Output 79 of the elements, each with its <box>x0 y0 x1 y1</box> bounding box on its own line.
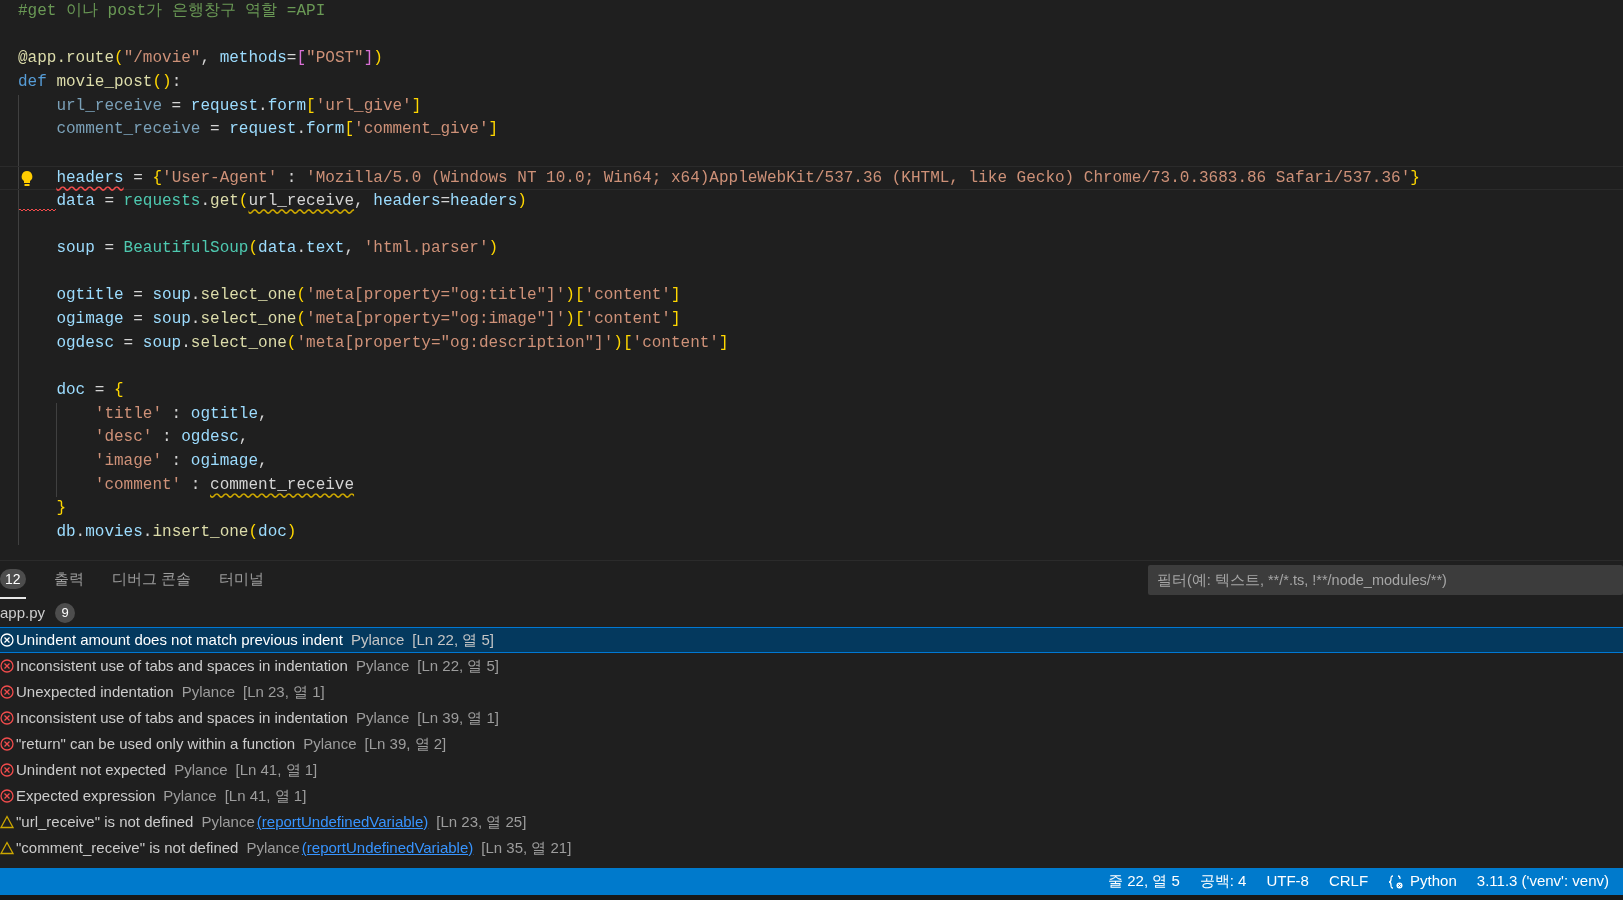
problem-message: Unexpected indentation <box>16 681 174 702</box>
problem-source: Pylance <box>303 733 357 754</box>
problem-source: Pylance <box>181 681 235 702</box>
error-icon <box>0 659 14 673</box>
problem-location: [Ln 22, 열 5] <box>412 629 494 650</box>
code-line: ogdesc = soup.select_one('meta[property="og:description"]')['content'] <box>56 333 729 352</box>
problem-location: [Ln 23, 열 1] <box>243 681 325 702</box>
code-line: 'image' : ogimage, <box>94 452 268 471</box>
problem-message: "return" can be used only within a function <box>16 733 296 754</box>
error-icon <box>0 685 14 699</box>
problem-source: Pylance <box>355 707 410 728</box>
problem-location: [Ln 41, 열 1] <box>224 785 307 806</box>
code-line: ogimage = soup.select_one('meta[property="og:image"]')['content'] <box>56 309 681 328</box>
problem-row[interactable]: "comment_receive" is not defined Pylance(reportUndefinedVariable) [Ln 35, 열 21] <box>0 835 1623 861</box>
problem-row[interactable]: Unexpected indentation Pylance [Ln 23, 열 1] <box>0 679 1623 705</box>
lightbulb-icon[interactable] <box>20 169 34 187</box>
problem-source: Pylance <box>174 759 228 780</box>
problem-row[interactable]: Inconsistent use of tabs and spaces in indentation Pylance [Ln 22, 열 5] <box>0 653 1623 679</box>
error-icon <box>0 789 14 803</box>
code-line: 'comment' : comment_receive <box>94 475 355 494</box>
status-item[interactable]: CRLF <box>1328 870 1369 893</box>
problem-source: Pylance <box>355 655 410 676</box>
status-item[interactable]: Python <box>1410 870 1457 893</box>
problem-source: Pylance <box>201 811 255 832</box>
problem-message: Unindent amount does not match previous indent <box>16 629 343 650</box>
code-line: doc = { <box>56 381 124 399</box>
problem-row[interactable]: "return" can be used only within a function Pylance [Ln 39, 열 2] <box>0 731 1623 757</box>
panel-tab[interactable]: 디버그 콘솔 <box>111 561 191 599</box>
status-item[interactable]: UTF-8 <box>1266 870 1309 893</box>
problem-row[interactable]: "url_receive" is not defined Pylance(reportUndefinedVariable) [Ln 23, 열 25] <box>0 809 1623 835</box>
status-item[interactable]: 공백: 4 <box>1199 870 1247 893</box>
status-item[interactable]: 줄 22, 열 5 <box>1108 870 1180 893</box>
panel-tab[interactable]: 출력 <box>53 561 84 599</box>
panel-tab[interactable]: 터미널 <box>218 561 264 599</box>
filter-field[interactable]: 필터(예: 텍스트, **/*.ts, !**/node_modules/**) <box>1148 565 1623 595</box>
code-line: def movie_post(): <box>18 73 182 92</box>
problem-row[interactable]: Inconsistent use of tabs and spaces in indentation Pylance [Ln 39, 열 1] <box>0 705 1623 731</box>
file-name[interactable]: app.py <box>0 601 46 625</box>
problem-source: Pylance <box>246 837 300 858</box>
problem-location: [Ln 41, 열 1] <box>235 759 318 780</box>
problem-row[interactable]: Unindent not expected Pylance [Ln 41, 열 1] <box>0 757 1623 783</box>
rule-link[interactable]: (reportUndefinedVariable) <box>256 810 429 834</box>
problem-message: Expected expression <box>16 785 156 806</box>
problem-count: 9 <box>55 603 76 623</box>
problem-location: [Ln 39, 열 2] <box>364 733 447 754</box>
problem-row[interactable]: Expected expression Pylance [Ln 41, 열 1] <box>0 783 1623 809</box>
code-line: soup = BeautifulSoup(data.text, 'html.parser') <box>56 238 499 257</box>
code-line: } <box>56 499 66 518</box>
code-line: 'desc' : ogdesc, <box>94 428 249 447</box>
code-line: headers = {'User-Agent' : 'Mozilla/5.0 (Windows NT 10.0; Win64; x64)AppleWebKit/537.36 (KHTML, like Gecko) Chrome/73.0.3683.86 Safari/537.36'} <box>56 168 1420 187</box>
code-line: comment_receive = request.form['comment_give'] <box>56 120 499 139</box>
code-line: @app.route("/movie", methods=["POST"]) <box>18 49 383 68</box>
braces-icon[interactable] <box>1388 873 1405 890</box>
problem-location: [Ln 23, 열 25] <box>436 811 527 832</box>
error-icon <box>0 737 14 751</box>
error-icon <box>0 711 14 725</box>
code-line: db.movies.insert_one(doc) <box>56 523 297 542</box>
problem-message: "comment_receive" is not defined <box>16 837 239 858</box>
code-line: ogtitle = soup.select_one('meta[property="og:title"]')['content'] <box>56 286 681 305</box>
warning-icon <box>0 841 14 855</box>
problem-source: Pylance <box>163 785 217 806</box>
code-line: #get 이나 post가 은행창구 역할 =API <box>18 2 326 20</box>
status-item[interactable]: 3.11.3 ('venv': venv) <box>1476 870 1609 893</box>
problem-message: Unindent not expected <box>16 759 167 780</box>
problem-location: [Ln 39, 열 1] <box>417 707 499 728</box>
problem-location: [Ln 22, 열 5] <box>417 655 499 676</box>
error-icon <box>0 633 14 647</box>
problem-message: Inconsistent use of tabs and spaces in indentation <box>16 655 348 676</box>
code-line: 'title' : ogtitle, <box>94 404 268 423</box>
problem-row[interactable]: Unindent amount does not match previous indent Pylance [Ln 22, 열 5] <box>0 627 1623 653</box>
error-icon <box>0 763 14 777</box>
problem-source: Pylance <box>350 629 405 650</box>
warning-icon <box>0 815 14 829</box>
problem-message: "url_receive" is not defined <box>16 811 194 832</box>
problem-location: [Ln 35, 열 21] <box>481 837 572 858</box>
code-line: data = requests.get(url_receive, headers=headers) <box>56 191 527 210</box>
rule-link[interactable]: (reportUndefinedVariable) <box>301 836 474 860</box>
problem-message: Inconsistent use of tabs and spaces in indentation <box>16 707 348 728</box>
code-line: url_receive = request.form['url_give'] <box>56 96 422 115</box>
